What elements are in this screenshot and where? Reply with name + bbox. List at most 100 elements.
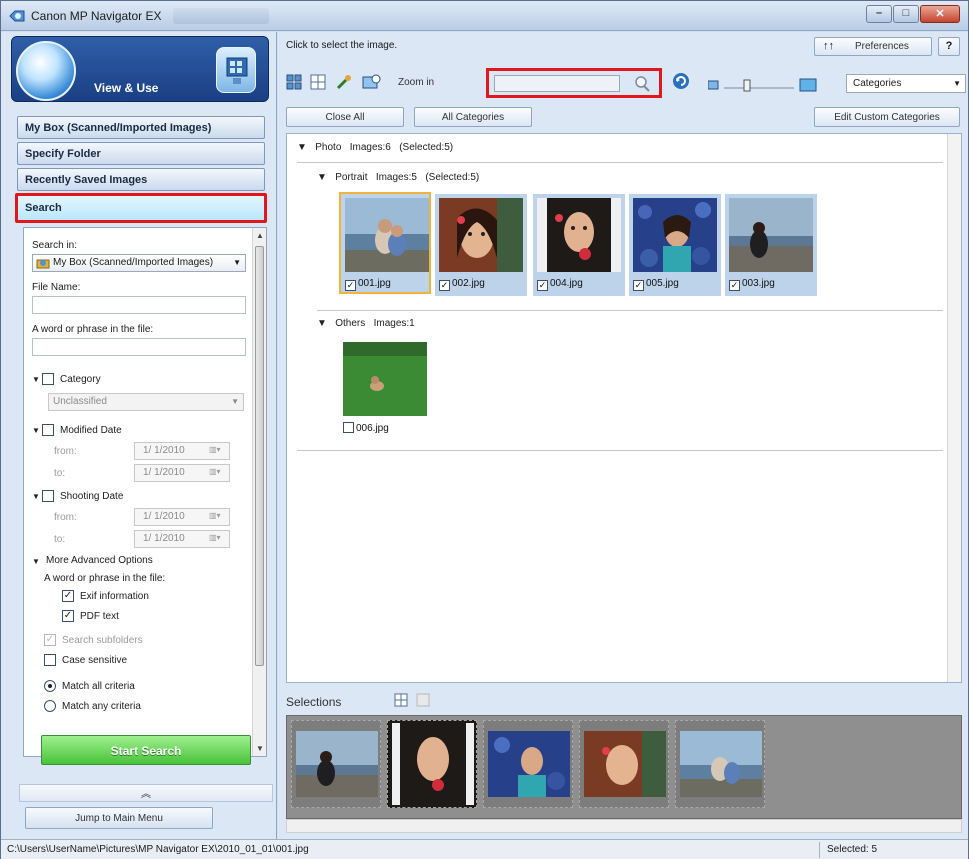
nav-specify-folder-label: Specify Folder — [25, 148, 101, 160]
all-categories-button[interactable]: All Categories — [414, 107, 532, 127]
grid-view-icon[interactable] — [394, 693, 408, 707]
thumbnail-filename: 003.jpg — [742, 278, 775, 289]
portrait-group-header[interactable]: ▼ Portrait Images:5 (Selected:5) — [317, 172, 479, 183]
expand-modified-icon[interactable]: ▼ — [32, 426, 40, 435]
search-panel-scrollbar[interactable]: ▲ ▼ — [252, 228, 266, 756]
thumbnail-item[interactable]: 006.jpg — [339, 338, 431, 440]
close-all-button[interactable]: Close All — [286, 107, 404, 127]
shooting-to-date[interactable]: 1/ 1/2010 ▥▾ — [134, 530, 230, 548]
selection-item[interactable] — [387, 720, 477, 808]
match-any-label: Match any criteria — [62, 701, 141, 712]
thumbnail-checkbox[interactable] — [343, 422, 354, 433]
expand-category-icon[interactable]: ▼ — [32, 375, 40, 384]
selection-item[interactable] — [291, 720, 381, 808]
edit-custom-categories-button[interactable]: Edit Custom Categories — [814, 107, 960, 127]
nav-specify-folder[interactable]: Specify Folder — [17, 142, 265, 165]
thumbnail-item[interactable]: ✓ 003.jpg — [725, 194, 817, 296]
scroll-down-icon[interactable]: ▼ — [256, 744, 264, 753]
quick-search-input[interactable] — [494, 75, 620, 92]
shooting-to-value: 1/ 1/2010 — [143, 533, 185, 544]
thumbnail-item[interactable]: ✓ 005.jpg — [629, 194, 721, 296]
search-criteria-panel: Search in: My Box (Scanned/Imported Imag… — [23, 227, 267, 757]
shooting-from-date[interactable]: 1/ 1/2010 ▥▾ — [134, 508, 230, 526]
thumbnail-checkbox[interactable]: ✓ — [633, 280, 644, 291]
phrase-input[interactable] — [32, 338, 246, 356]
thumbnail-size-slider[interactable] — [708, 78, 818, 92]
refresh-icon[interactable] — [672, 72, 690, 90]
help-button[interactable]: ? — [938, 37, 960, 56]
calendar-icon: ▥▾ — [209, 533, 221, 542]
photo-group-header[interactable]: ▼ Photo Images:6 (Selected:5) — [297, 142, 453, 153]
navigator-logo-icon — [16, 41, 76, 101]
modified-to-date[interactable]: 1/ 1/2010 ▥▾ — [134, 464, 230, 482]
view-mode-select[interactable]: Categories ▼ — [846, 74, 966, 93]
modified-date-checkbox[interactable] — [42, 424, 54, 436]
scrollbar-thumb[interactable] — [255, 246, 264, 666]
thumbnail-caption: ✓ 003.jpg — [729, 278, 775, 291]
thumbnail-checkbox[interactable]: ✓ — [345, 280, 356, 291]
minimize-icon: – — [875, 7, 883, 19]
chevron-down-icon: ▼ — [233, 258, 241, 267]
shooting-date-checkbox[interactable] — [42, 490, 54, 502]
expand-advanced-icon[interactable]: ▼ — [32, 557, 40, 566]
selection-item[interactable] — [675, 720, 765, 808]
thumbnail-filename: 002.jpg — [452, 278, 485, 289]
modified-date-label: Modified Date — [60, 425, 122, 436]
shooting-date-label: Shooting Date — [60, 491, 124, 502]
minimize-button[interactable]: – — [866, 5, 892, 23]
maximize-button[interactable]: □ — [893, 5, 919, 23]
collapse-panel-button[interactable]: ︽ — [19, 784, 273, 802]
mode-header[interactable]: View & Use — [11, 36, 269, 102]
search-criteria-content: Search in: My Box (Scanned/Imported Imag… — [24, 228, 252, 756]
search-icon[interactable] — [633, 75, 651, 92]
thumbnail-item[interactable]: ✓ 004.jpg — [533, 194, 625, 296]
file-name-label: File Name: — [32, 282, 81, 293]
portrait-group-count: Images:5 — [375, 172, 417, 183]
file-name-input[interactable] — [32, 296, 246, 314]
category-select[interactable]: Unclassified ▼ — [48, 393, 244, 411]
portrait-group-name: Portrait — [335, 172, 368, 183]
thumbnail-filename: 001.jpg — [358, 278, 391, 289]
view-use-icon — [216, 47, 256, 93]
thumbnail-checkbox[interactable]: ✓ — [729, 280, 740, 291]
selections-scrollbar[interactable] — [286, 819, 962, 833]
thumbnail-item[interactable]: ✓ 001.jpg — [339, 192, 431, 294]
search-in-select[interactable]: My Box (Scanned/Imported Images) ▼ — [32, 254, 246, 272]
thumbnail-checkbox[interactable]: ✓ — [537, 280, 548, 291]
pdf-text-checkbox[interactable]: ✓ — [62, 610, 74, 622]
match-all-radio[interactable] — [44, 680, 56, 692]
start-search-button[interactable]: Start Search — [41, 735, 251, 765]
subfolders-checkbox[interactable]: ✓ — [44, 634, 56, 646]
zoom-in-icon[interactable] — [362, 74, 382, 90]
category-checkbox[interactable] — [42, 373, 54, 385]
image-viewer: ▼ Photo Images:6 (Selected:5) ▼ Portrait… — [286, 133, 962, 683]
exif-checkbox[interactable]: ✓ — [62, 590, 74, 602]
thumbnail-caption: ✓ 005.jpg — [633, 278, 679, 291]
nav-search[interactable]: Search — [15, 193, 267, 223]
thumbnail-checkbox[interactable]: ✓ — [439, 280, 450, 291]
preferences-button[interactable]: ↑↑ Preferences — [814, 37, 932, 56]
selection-item[interactable] — [483, 720, 573, 808]
selection-item[interactable] — [579, 720, 669, 808]
grid-view-icon[interactable] — [310, 74, 326, 90]
modified-from-date[interactable]: 1/ 1/2010 ▥▾ — [134, 442, 230, 460]
viewer-scrollbar[interactable] — [947, 134, 961, 682]
single-view-icon[interactable] — [416, 693, 430, 707]
match-any-radio[interactable] — [44, 700, 56, 712]
nav-my-box[interactable]: My Box (Scanned/Imported Images) — [17, 116, 265, 139]
maximize-icon: □ — [902, 7, 910, 19]
expand-shooting-icon[interactable]: ▼ — [32, 492, 40, 501]
scroll-up-icon[interactable]: ▲ — [256, 231, 264, 240]
status-path: C:\Users\UserName\Pictures\MP Navigator … — [7, 844, 309, 855]
nav-recently-saved[interactable]: Recently Saved Images — [17, 168, 265, 191]
thumbnail-filename: 006.jpg — [356, 423, 389, 434]
selections-strip — [286, 715, 962, 819]
fix-image-icon[interactable] — [336, 74, 352, 90]
thumbnail-view-icon[interactable] — [286, 74, 302, 90]
close-button[interactable]: ✕ — [920, 5, 960, 23]
jump-to-main-menu-button[interactable]: Jump to Main Menu — [25, 807, 213, 829]
subfolders-label: Search subfolders — [62, 635, 143, 646]
case-sensitive-checkbox[interactable] — [44, 654, 56, 666]
thumbnail-item[interactable]: ✓ 002.jpg — [435, 194, 527, 296]
others-group-header[interactable]: ▼ Others Images:1 — [317, 318, 415, 329]
